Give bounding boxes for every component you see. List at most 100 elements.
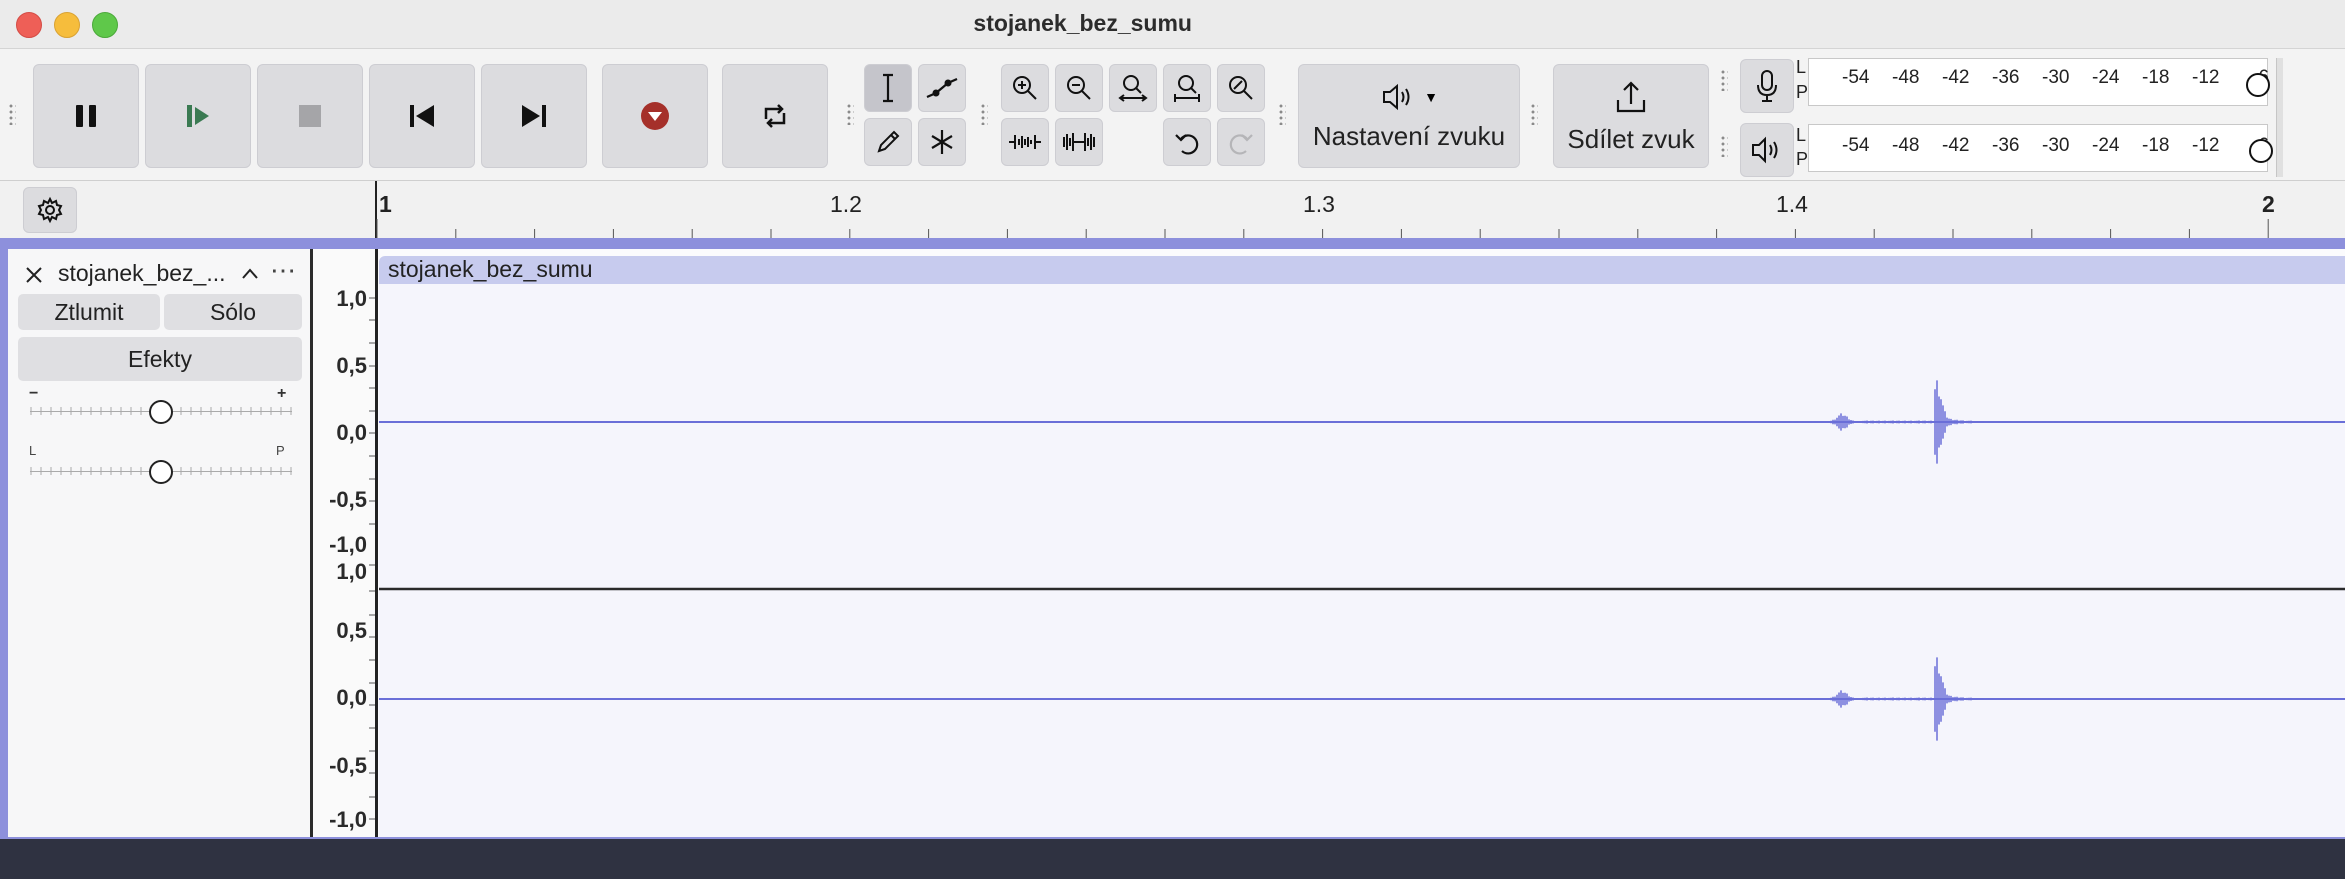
timeline-ruler[interactable]: 1 1.2 1.3 1.4 2 xyxy=(0,181,2345,239)
record-meter[interactable]: -54 -48 -42 -36 -30 -24 -18 -12 -6 xyxy=(1808,58,2270,106)
bottom-bar xyxy=(0,839,2345,879)
gain-plus-label: + xyxy=(277,385,287,402)
effects-button[interactable]: Efekty xyxy=(18,337,302,381)
redo-button[interactable] xyxy=(1217,118,1265,166)
toolbar-grip-icon[interactable] xyxy=(980,103,988,125)
stop-button[interactable] xyxy=(257,64,363,168)
toolbar-grip-icon[interactable] xyxy=(1720,135,1728,157)
i-beam-icon xyxy=(883,73,893,103)
draw-tool-button[interactable] xyxy=(864,118,912,166)
mute-button[interactable]: Ztlumit xyxy=(18,294,160,330)
ruler-ticks xyxy=(376,219,2269,238)
skip-end-icon xyxy=(522,105,546,127)
zoom-in-button[interactable] xyxy=(1001,64,1049,112)
record-meter-right-label: P xyxy=(1796,82,1809,102)
toolbar-grip-icon[interactable] xyxy=(1530,103,1538,125)
share-audio-button[interactable]: Sdílet zvuk xyxy=(1553,64,1709,168)
meter-tick-label: -54 xyxy=(1842,67,1870,88)
solo-button[interactable]: Sólo xyxy=(164,294,302,330)
multi-tool-button[interactable] xyxy=(918,118,966,166)
skip-start-icon xyxy=(410,105,434,127)
track-menu-icon[interactable]: ⋯ xyxy=(270,255,297,286)
fit-selection-icon xyxy=(1118,75,1148,102)
zoom-out-button[interactable] xyxy=(1055,64,1103,112)
fit-project-button[interactable] xyxy=(1163,64,1211,112)
audio-setup-label: Nastavení zvuku xyxy=(1312,120,1506,151)
clip-left-edge xyxy=(375,249,378,837)
play-icon xyxy=(187,105,209,127)
trim-outside-button[interactable] xyxy=(1001,118,1049,166)
chevron-up-icon[interactable] xyxy=(240,266,260,282)
toolbar-grip-icon[interactable] xyxy=(846,103,854,125)
playback-meter-knob[interactable] xyxy=(2249,139,2273,163)
meter-tick-label: -42 xyxy=(1942,135,1970,156)
envelope-tool-button[interactable] xyxy=(918,64,966,112)
meter-tick-label: -24 xyxy=(2092,135,2120,156)
clip-header[interactable]: stojanek_bez_sumu xyxy=(379,256,2345,284)
track-control-panel[interactable]: stojanek_bez_... ⋯ Ztlumit Sólo Efekty −… xyxy=(8,249,313,837)
toolbar-grip-icon[interactable] xyxy=(1278,103,1286,125)
pan-left-label: L xyxy=(29,443,37,458)
meter-tick-label: -36 xyxy=(1992,67,2020,88)
record-icon xyxy=(641,102,669,130)
loop-button[interactable] xyxy=(722,64,828,168)
meter-tick-label: -30 xyxy=(2042,135,2070,156)
zoom-out-icon xyxy=(1067,76,1091,100)
pencil-icon xyxy=(877,130,900,153)
meter-tick-label: -48 xyxy=(1892,67,1920,88)
share-audio-label: Sdílet zvuk xyxy=(1567,123,1695,154)
meter-tick-label: -18 xyxy=(2142,135,2170,156)
silence-audio-icon xyxy=(1063,133,1095,151)
ruler-label: 1.3 xyxy=(1303,191,1335,217)
toolbar-edge-divider xyxy=(2276,58,2283,177)
zoom-toggle-icon xyxy=(1229,76,1253,100)
toolbar: ▼ Nastavení zvuku Sdílet zvuk L P -54 -4… xyxy=(0,49,2345,181)
chevron-down-icon: ▼ xyxy=(1424,88,1438,105)
pause-icon xyxy=(76,105,96,127)
asterisk-icon xyxy=(931,130,953,154)
ruler-label: 2 xyxy=(2262,191,2275,217)
record-meter-button[interactable] xyxy=(1740,59,1794,113)
selection-tool-button[interactable] xyxy=(864,64,912,112)
undo-button[interactable] xyxy=(1163,118,1211,166)
waveform[interactable] xyxy=(379,284,2345,837)
ruler-label: 1.2 xyxy=(830,191,862,217)
loop-icon xyxy=(764,104,786,128)
microphone-icon xyxy=(1757,70,1777,102)
clip-name: stojanek_bez_sumu xyxy=(388,256,593,282)
window-title: stojanek_bez_sumu xyxy=(973,10,1192,36)
y-axis-ticks xyxy=(369,297,375,820)
stop-icon xyxy=(299,105,321,127)
zoom-in-icon xyxy=(1013,76,1037,100)
playback-meter-button[interactable] xyxy=(1740,123,1794,177)
toolbar-grip-icon[interactable] xyxy=(8,103,16,125)
record-meter-knob[interactable] xyxy=(2246,73,2270,97)
zoom-toggle-button[interactable] xyxy=(1217,64,1265,112)
skip-to-start-button[interactable] xyxy=(369,64,475,168)
gain-slider-knob[interactable] xyxy=(149,400,173,424)
trim-audio-icon xyxy=(1009,135,1041,149)
pan-slider-knob[interactable] xyxy=(149,460,173,484)
vertical-scale[interactable]: 1,0 0,5 0,0 -0,5 -1,0 1,0 0,5 0,0 -0,5 -… xyxy=(313,249,375,837)
fit-selection-button[interactable] xyxy=(1109,64,1157,112)
silence-selection-button[interactable] xyxy=(1055,118,1103,166)
envelope-icon xyxy=(926,77,958,99)
toolbar-grip-icon[interactable] xyxy=(1720,69,1728,91)
gain-minus-label: − xyxy=(29,385,39,402)
skip-to-end-button[interactable] xyxy=(481,64,587,168)
meter-tick-label: -36 xyxy=(1992,135,2020,156)
pan-right-label: P xyxy=(276,443,285,458)
playback-meter-left-label: L xyxy=(1796,125,1807,145)
meter-tick-label: -54 xyxy=(1842,135,1870,156)
play-button[interactable] xyxy=(145,64,251,168)
record-button[interactable] xyxy=(602,64,708,168)
audio-setup-button[interactable]: ▼ Nastavení zvuku xyxy=(1298,64,1520,168)
record-meter-left-label: L xyxy=(1796,57,1807,77)
meter-tick-label: -48 xyxy=(1892,135,1920,156)
track-name[interactable]: stojanek_bez_... xyxy=(58,260,226,287)
close-icon[interactable] xyxy=(24,265,44,285)
redo-icon xyxy=(1229,134,1253,155)
pause-button[interactable] xyxy=(33,64,139,168)
playback-meter[interactable]: -54 -48 -42 -36 -30 -24 -18 -12 -6 xyxy=(1808,124,2273,172)
ruler-label: 1.4 xyxy=(1776,191,1808,217)
